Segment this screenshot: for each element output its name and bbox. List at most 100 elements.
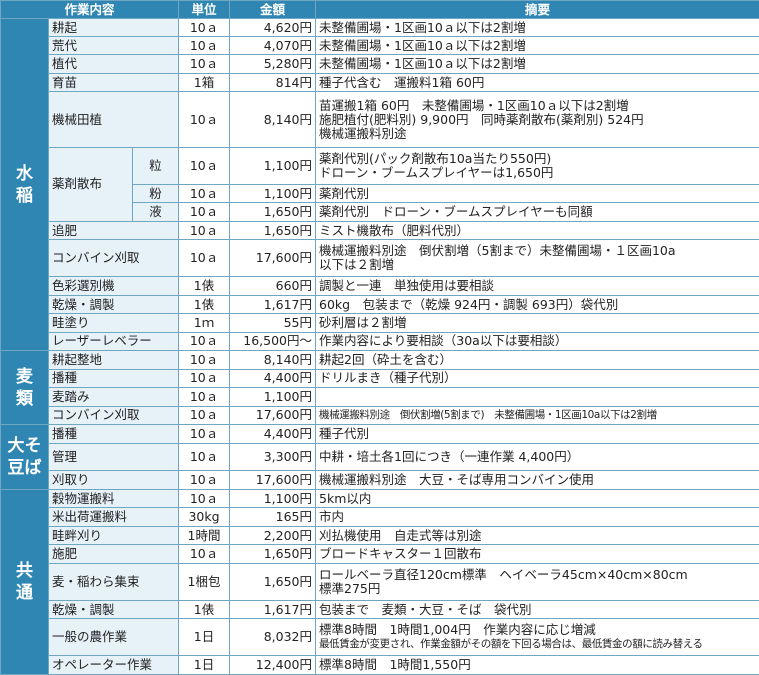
work-name: 施肥 [47, 544, 180, 564]
header-amount: 金額 [229, 0, 317, 20]
fee-table: 作業内容 単位 金額 摘要 水 稲 耕起 10ａ 4,620円 未整備圃場・1区… [0, 0, 759, 675]
amount: 1,650円 [229, 202, 317, 222]
work-name: 一般の農作業 [47, 618, 180, 657]
unit: 10ａ [178, 91, 231, 148]
memo: 60kg 包装まで（乾燥 924円・調製 693円）袋代別 [315, 294, 759, 315]
work-name: 乾燥・調製 [47, 294, 180, 315]
unit: 1日 [178, 655, 231, 675]
header-work: 作業内容 [0, 0, 180, 20]
unit: 10ａ [178, 488, 231, 509]
memo: 機械運搬料別途 倒伏割増（5割まで）未整備圃場・１区画10a 以下は２割増 [315, 239, 759, 278]
memo: 未整備圃場・1区画10ａ以下は2割増 [315, 35, 759, 56]
memo: 標準8時間 1時間1,550円 [315, 655, 759, 675]
work-name: 乾燥・調製 [47, 599, 180, 620]
work-name: 播種 [47, 424, 180, 444]
table-row: 植代 10ａ 5,280円 未整備圃場・1区画10ａ以下は2割増 [1, 54, 759, 74]
work-subtype: 粉 [131, 183, 180, 204]
memo: 標準8時間 1時間1,004円 作業内容に応じ増減 最低賃金が変更され、作業金額… [315, 618, 759, 657]
table-row: レーザーレベラー 10ａ 16,500円～ 作業内容により要相談（30a以下は要… [1, 331, 759, 352]
category-common: 共 通 [0, 488, 49, 675]
unit: 1俵 [178, 294, 231, 315]
table-row: 大そ 豆ば 播種 10ａ 4,400円 種子代別 [0, 424, 759, 490]
amount: 2,200円 [229, 525, 317, 546]
category-rice: 水 稲 [0, 18, 49, 352]
table-row: 畦畔刈り 1時間 2,200円 刈払機使用 自走式等は別途 [1, 525, 759, 546]
table-row: 育苗 1箱 814円 種子代含む 運搬料1箱 60円 [1, 72, 759, 93]
amount: 16,500円～ [229, 331, 317, 352]
table-header-row: 作業内容 単位 金額 摘要 [0, 0, 759, 20]
work-name: コンバイン刈取 [47, 239, 180, 278]
amount: 1,650円 [229, 544, 317, 564]
memo: ドリルまき（種子代別） [315, 368, 759, 389]
unit: 1梱包 [178, 562, 231, 601]
amount: 1,100円 [229, 146, 317, 185]
work-name: 色彩選別機 [47, 276, 180, 296]
unit: 10ａ [178, 470, 231, 490]
unit: 10ａ [178, 405, 231, 426]
memo: 薬剤代別 ドローン・ブームスプレイヤーも同額 [315, 202, 759, 222]
work-subtype: 粒 [131, 146, 180, 185]
amount: 4,070円 [229, 35, 317, 56]
work-name: オペレーター作業 [47, 655, 180, 675]
amount: 1,100円 [229, 183, 317, 204]
unit: 10ａ [178, 387, 231, 407]
memo: 市内 [315, 507, 759, 527]
work-name: 耕起 [47, 18, 180, 37]
table-row: 薬剤散布 粒 10ａ 1,100円 薬剤代別(パック剤散布10a当たり550円)… [1, 146, 759, 222]
header-memo: 摘要 [315, 0, 759, 20]
memo: 中耕・培土各1回につき（一連作業 4,400円） [315, 442, 759, 472]
memo: ロールベーラ直径120cm標準 ヘイベーラ45cm×40cm×80cm 標準27… [315, 562, 759, 601]
amount: 1,100円 [229, 488, 317, 509]
work-name: 米出荷運搬料 [47, 507, 180, 527]
work-name: 刈取り [47, 470, 180, 490]
table-row: 管理 10ａ 3,300円 中耕・培土各1回につき（一連作業 4,400円） [1, 442, 759, 472]
unit: 10ａ [178, 220, 231, 241]
work-name: 麦・稲わら集束 [47, 562, 180, 601]
unit: 1箱 [178, 72, 231, 93]
work-name: 荒代 [47, 35, 180, 56]
table-row: 色彩選別機 1俵 660円 調製と一連 単独使用は要相談 [1, 276, 759, 296]
table-row: 共 通 穀物運搬料 10ａ 1,100円 5km以内 [0, 488, 759, 675]
memo: 薬剤代別(パック剤散布10a当たり550円) ドローン・ブームスプレイヤーは1,… [315, 146, 759, 185]
amount: 165円 [229, 507, 317, 527]
amount: 1,617円 [229, 294, 317, 315]
memo: 5km以内 [315, 488, 759, 509]
table-row: 麦・稲わら集束 1梱包 1,650円 ロールベーラ直径120cm標準 ヘイベーラ… [1, 562, 759, 601]
table-row: 乾燥・調製 1俵 1,617円 60kg 包装まで（乾燥 924円・調製 693… [1, 294, 759, 315]
table-row: 麦 類 耕起整地 10ａ 8,140円 耕起2回（砕土を含む） [0, 350, 759, 426]
table-row: 追肥 10ａ 1,650円 ミスト機散布（肥料代別） [1, 220, 759, 241]
memo: 未整備圃場・1区画10ａ以下は2割増 [315, 54, 759, 74]
table-row: 播種 10ａ 4,400円 ドリルまき（種子代別） [1, 368, 759, 389]
memo: 機械運搬料別途 倒伏割増(5割まで) 未整備圃場・1区画10a以下は2割増 [315, 405, 759, 426]
work-name: コンバイン刈取 [47, 405, 180, 426]
memo: 耕起2回（砕土を含む） [315, 350, 759, 370]
category-wheat: 麦 類 [0, 350, 49, 426]
unit: 30kg [178, 507, 231, 527]
table-row: 刈取り 10ａ 17,600円 機械運搬料別途 大豆・そば専用コンバイン使用 [1, 470, 759, 490]
memo: 作業内容により要相談（30a以下は要相談） [315, 331, 759, 352]
table-row: 麦踏み 10ａ 1,100円 [1, 387, 759, 407]
amount: 17,600円 [229, 470, 317, 490]
memo: 薬剤代別 [315, 183, 759, 204]
memo: 砂利層は２割増 [315, 313, 759, 333]
unit: 10ａ [178, 54, 231, 74]
amount: 8,140円 [229, 350, 317, 370]
unit: 1時間 [178, 525, 231, 546]
amount: 1,100円 [229, 387, 317, 407]
table-row: 一般の農作業 1日 8,032円 標準8時間 1時間1,004円 作業内容に応じ… [1, 618, 759, 657]
category-soybean-buckwheat: 大そ 豆ば [0, 424, 49, 490]
table-row: 荒代 10ａ 4,070円 未整備圃場・1区画10ａ以下は2割増 [1, 35, 759, 56]
unit: 1日 [178, 618, 231, 657]
work-name: 播種 [47, 368, 180, 389]
unit: 10ａ [178, 544, 231, 564]
amount: 660円 [229, 276, 317, 296]
amount: 12,400円 [229, 655, 317, 675]
unit: 10ａ [178, 146, 231, 185]
work-name: 麦踏み [47, 387, 180, 407]
amount: 3,300円 [229, 442, 317, 472]
memo: 機械運搬料別途 大豆・そば専用コンバイン使用 [315, 470, 759, 490]
memo: 刈払機使用 自走式等は別途 [315, 525, 759, 546]
unit: 10ａ [178, 202, 231, 222]
unit: 10ａ [178, 424, 231, 444]
memo: 調製と一連 単独使用は要相談 [315, 276, 759, 296]
